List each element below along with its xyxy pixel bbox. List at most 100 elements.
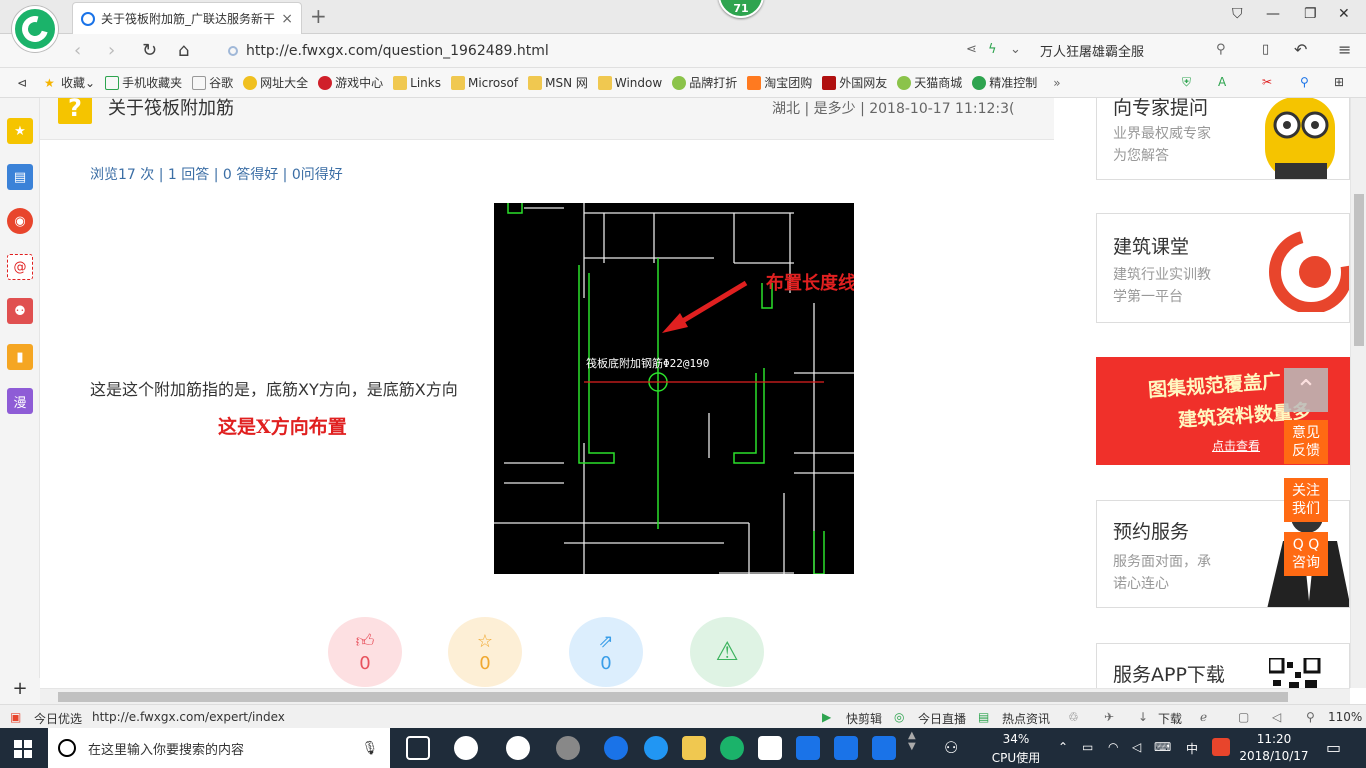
plus-app-icon[interactable] <box>834 736 858 760</box>
more-bookmarks-icon[interactable]: » <box>1053 76 1060 90</box>
shield-icon[interactable]: ⛨ <box>1182 75 1191 90</box>
grid-icon[interactable]: ⊞ <box>1334 75 1344 89</box>
like-button[interactable]: 👍︎ 0 <box>328 617 402 687</box>
pin-icon[interactable]: ✈ <box>1104 710 1114 724</box>
sidebar-toggle-icon[interactable]: ⊲ <box>0 76 44 90</box>
recycle-icon[interactable]: ♲ <box>1068 710 1079 724</box>
g-app-icon[interactable] <box>796 736 820 760</box>
close-window-button[interactable]: ✕ <box>1338 6 1350 22</box>
translate-icon[interactable]: A <box>1218 75 1226 89</box>
app-download-card[interactable]: 服务APP下载 <box>1096 643 1350 688</box>
microphone-icon[interactable]: 🎙︎ <box>361 741 378 756</box>
question-stats[interactable]: 浏览17 次 | 1 回答 | 0 答得好 | 0问得好 <box>90 164 343 184</box>
share-icon[interactable]: ⋖ <box>966 42 977 57</box>
windows-start-icon[interactable] <box>14 740 32 758</box>
lightning-icon[interactable]: ϟ <box>988 42 997 57</box>
bookmark-item[interactable]: Microsof <box>450 75 518 90</box>
kuaijian-link[interactable]: 快剪辑 <box>846 710 882 727</box>
search-box[interactable]: 万人狂屠雄霸全服 <box>1040 41 1144 60</box>
search-icon[interactable]: ⚲ <box>1300 75 1309 89</box>
add-sidebar-button[interactable]: + <box>0 678 40 704</box>
banner-link[interactable]: 点击查看 <box>1212 437 1260 454</box>
clock-time[interactable]: 11:20 <box>1240 732 1308 746</box>
follow-us-button[interactable]: 关注 我们 <box>1284 478 1328 522</box>
report-button[interactable]: ⚠ <box>690 617 764 687</box>
task-view-icon[interactable] <box>406 736 430 760</box>
window-icon[interactable]: ▢ <box>1238 710 1249 724</box>
bookmark-item[interactable]: 外国网友 <box>822 74 887 91</box>
search-icon[interactable]: ⚲ <box>1216 42 1226 57</box>
sogou-ime-icon[interactable] <box>1212 738 1230 756</box>
bookmark-item[interactable]: Window <box>597 75 662 90</box>
shirt-icon[interactable]: ⛉ <box>1232 6 1243 22</box>
pinwheel-app-icon[interactable] <box>454 736 478 760</box>
edge-icon[interactable] <box>604 736 628 760</box>
clock-date[interactable]: 2018/10/17 <box>1238 749 1310 763</box>
reload-icon[interactable]: ↻ <box>142 40 157 61</box>
home-icon[interactable]: ⌂ <box>178 40 189 61</box>
forward-button[interactable]: › <box>108 40 115 61</box>
bookmark-item[interactable]: 谷歌 <box>192 74 233 91</box>
bookmark-item[interactable]: 品牌打折 <box>672 74 737 91</box>
file-explorer-icon[interactable] <box>682 736 706 760</box>
tab-close-icon[interactable]: × <box>281 11 293 27</box>
bookmark-item[interactable]: 淘宝团购 <box>747 74 812 91</box>
keyboard-icon[interactable]: ⌨ <box>1154 740 1171 754</box>
wifi-icon[interactable]: ◠ <box>1108 740 1118 754</box>
today-picks[interactable]: 今日优选 <box>34 710 82 727</box>
browser-logo-icon[interactable] <box>12 6 58 52</box>
ie-icon[interactable]: ℯ <box>1200 710 1207 724</box>
favorite-button[interactable]: ☆ 0 <box>448 617 522 687</box>
bookmark-item[interactable]: ★ 收藏 ⌄ <box>44 74 95 91</box>
zoom-level[interactable]: 110% <box>1328 710 1362 724</box>
bookmark-item[interactable]: MSN 网 <box>528 74 588 91</box>
mail-icon[interactable]: @ <box>7 254 33 280</box>
share-button[interactable]: ⇗ 0 <box>569 617 643 687</box>
bookmark-item[interactable]: 精准控制 <box>972 74 1037 91</box>
news-link[interactable]: 热点资讯 <box>1002 710 1050 727</box>
weibo-icon[interactable]: ◉ <box>7 208 33 234</box>
chevron-down-icon[interactable]: ⌄ <box>1010 42 1021 57</box>
screenshot-app-icon[interactable] <box>872 736 896 760</box>
url-field[interactable]: http://e.fwxgx.com/question_1962489.html <box>228 41 1028 61</box>
vertical-scroll-thumb[interactable] <box>1354 194 1364 346</box>
bookmark-item[interactable]: 天猫商城 <box>897 74 962 91</box>
ie-icon[interactable] <box>644 736 668 760</box>
download-link[interactable]: 下载 <box>1158 710 1182 727</box>
horizontal-scroll-thumb[interactable] <box>58 692 1288 702</box>
360-browser-icon[interactable] <box>720 736 744 760</box>
live-link[interactable]: 今日直播 <box>918 710 966 727</box>
favorites-star-icon[interactable]: ★ <box>7 118 33 144</box>
people-icon[interactable]: ⚇ <box>944 738 958 757</box>
tab-active[interactable]: 关于筏板附加筋_广联达服务新干 × <box>72 2 302 34</box>
mail-icon[interactable] <box>758 736 782 760</box>
minimize-button[interactable]: — <box>1266 6 1280 22</box>
notification-badge[interactable]: 71 <box>718 0 764 18</box>
tray-expand-icon[interactable]: ⌃ <box>1058 740 1068 754</box>
news-icon[interactable]: ▤ <box>7 164 33 190</box>
bookmark-item[interactable]: 手机收藏夹 <box>105 74 182 91</box>
game-controller-icon[interactable]: ⚉ <box>7 298 33 324</box>
undo-icon[interactable]: ↶ <box>1294 40 1307 59</box>
building-class-card[interactable]: 建筑课堂 建筑行业实训教 学第一平台 <box>1096 213 1350 323</box>
volume-icon[interactable]: ◁ <box>1132 740 1141 754</box>
bookmark-item[interactable]: Links <box>393 75 441 90</box>
ime-indicator[interactable]: 中 <box>1186 740 1198 757</box>
book-icon[interactable]: ▮ <box>7 344 33 370</box>
new-tab-button[interactable]: + <box>310 4 327 28</box>
qq-consult-button[interactable]: Q Q 咨询 <box>1284 532 1328 576</box>
app-icon[interactable] <box>556 736 580 760</box>
taskbar-scroll-icon[interactable]: ▲ ▼ <box>908 730 916 752</box>
scissors-icon[interactable]: ✂ <box>1262 75 1272 89</box>
bookmark-item[interactable]: 网址大全 <box>243 74 308 91</box>
ask-expert-card[interactable]: 向专家提问 业界最权威专家 为您解答 <box>1096 98 1350 180</box>
volume-icon[interactable]: ◁ <box>1272 710 1281 724</box>
manga-icon[interactable]: 漫 <box>7 388 33 414</box>
vertical-scrollbar[interactable] <box>1350 98 1366 688</box>
back-to-top-button[interactable]: ⌃ <box>1284 368 1328 412</box>
back-button[interactable]: ‹ <box>74 40 81 61</box>
menu-icon[interactable]: ≡ <box>1338 40 1351 59</box>
notification-center-icon[interactable]: ▭ <box>1326 738 1341 757</box>
feedback-button[interactable]: 意见 反馈 <box>1284 420 1328 464</box>
bookmark-item[interactable]: 游戏中心 <box>318 74 383 91</box>
